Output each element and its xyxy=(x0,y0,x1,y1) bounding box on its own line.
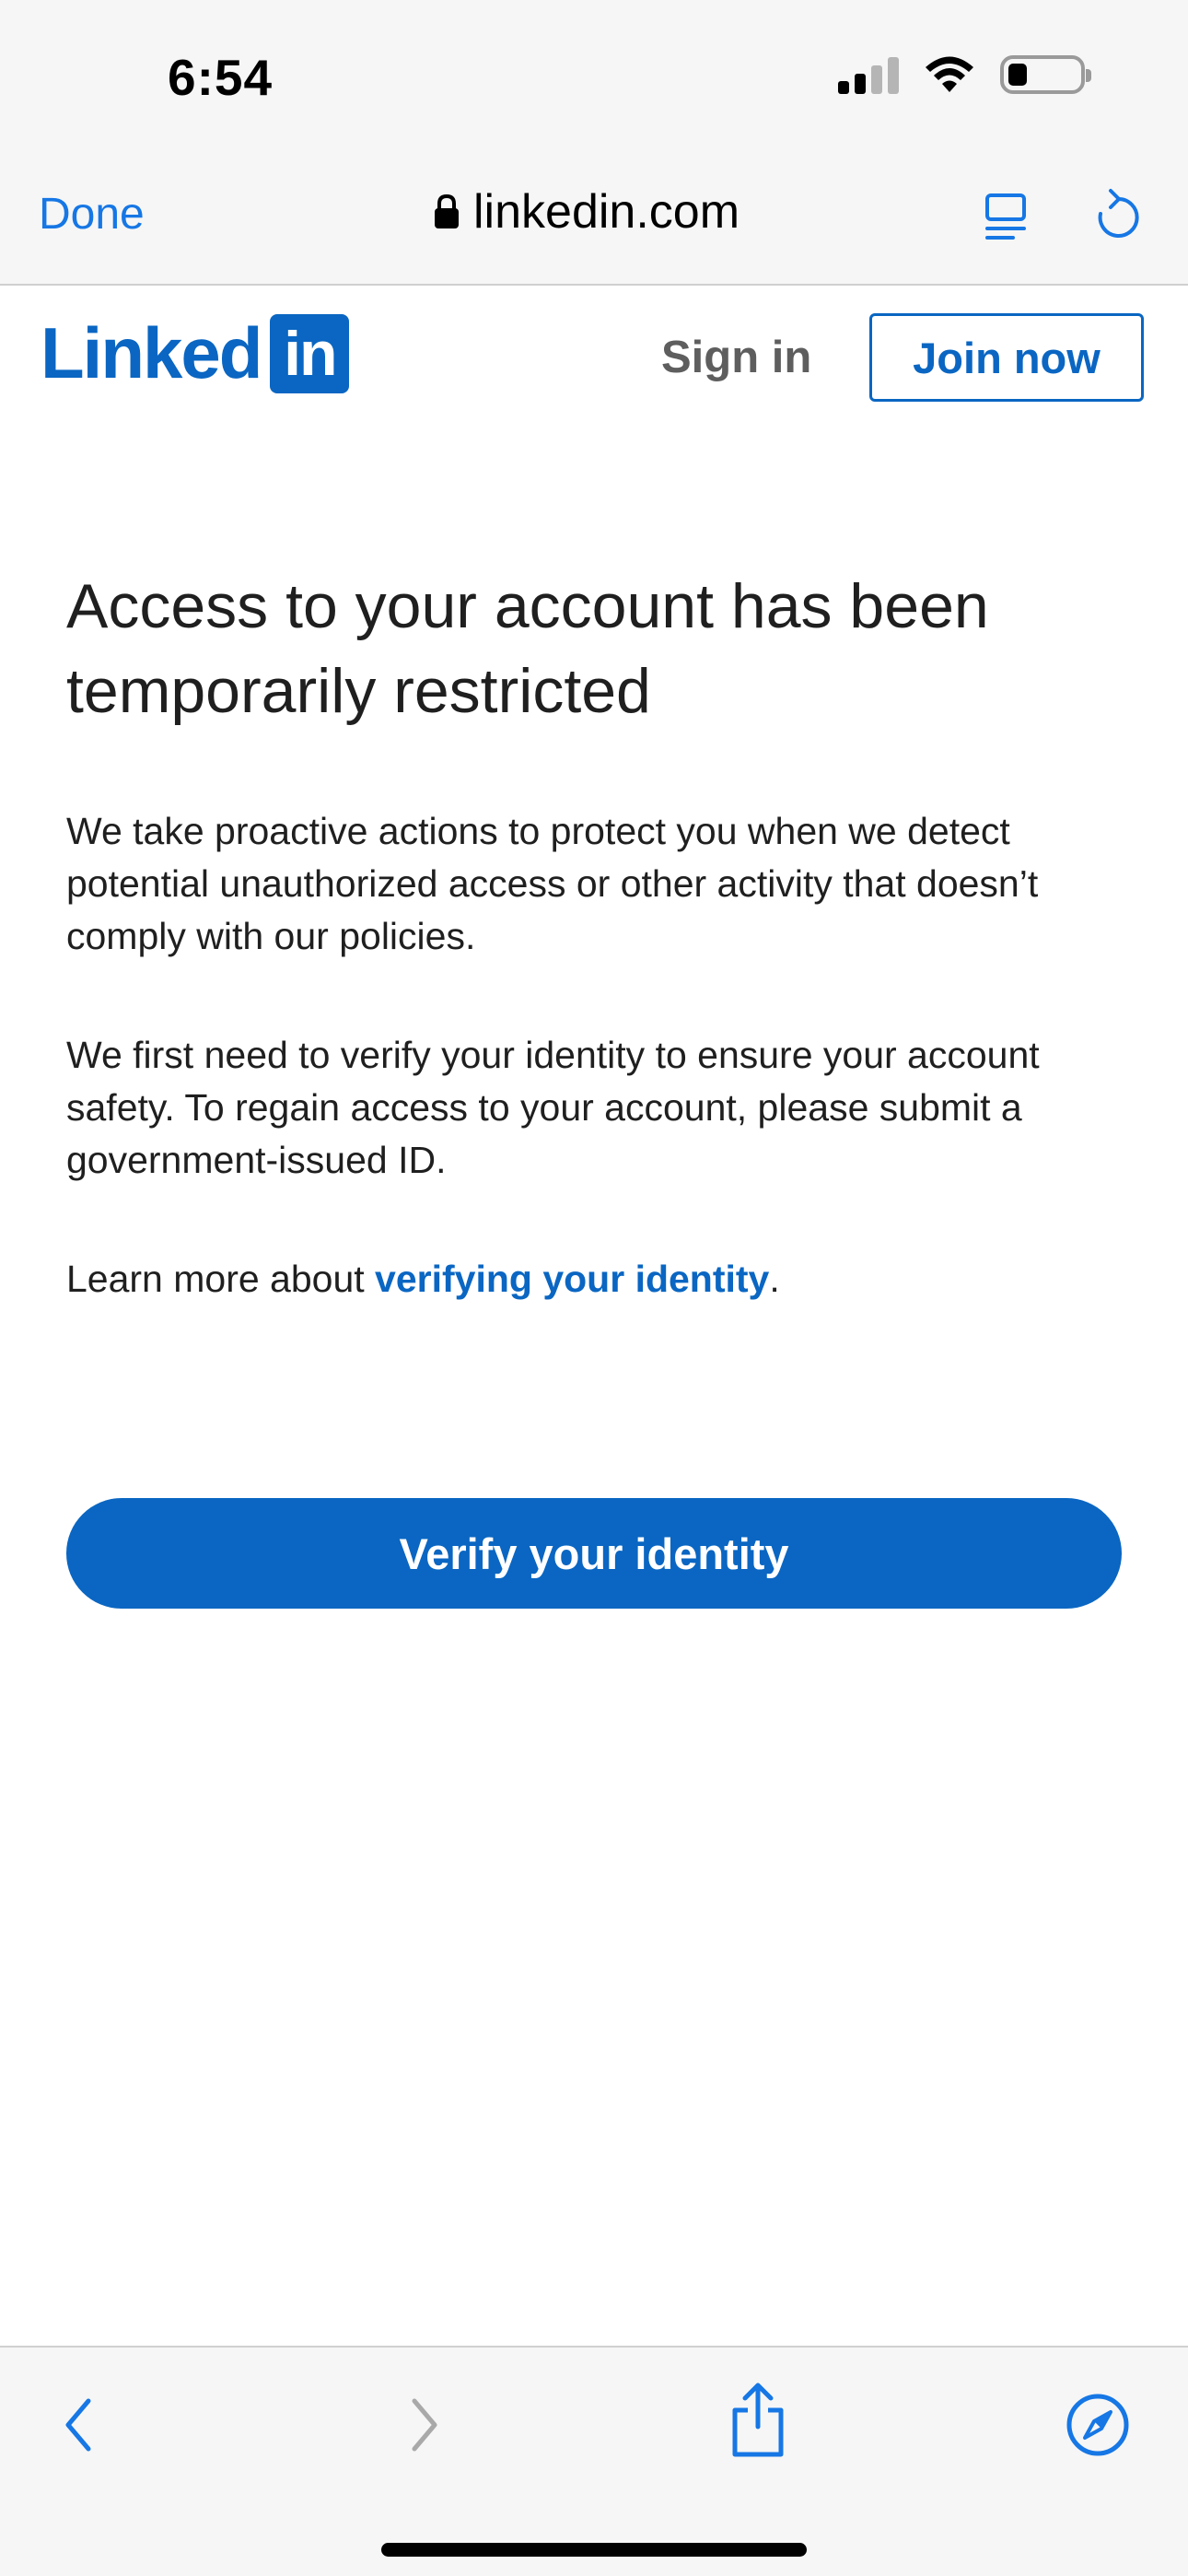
site-header: Linked in Sign in Join now xyxy=(0,286,1188,424)
verifying-identity-link[interactable]: verifying your identity xyxy=(375,1258,769,1300)
battery-icon xyxy=(1000,55,1091,94)
done-button[interactable]: Done xyxy=(39,189,145,240)
paragraph-protection: We take proactive actions to protect you… xyxy=(66,810,1039,957)
page-title: Access to your account has been temporar… xyxy=(66,571,989,726)
learn-more-text: Learn more about verifying your identity… xyxy=(66,1253,1135,1306)
linkedin-logo[interactable]: Linked in xyxy=(41,311,350,395)
forward-icon[interactable] xyxy=(405,2395,442,2454)
browser-top-bar: 6:54 Done linkedin.com xyxy=(0,0,1188,286)
cellular-signal-icon xyxy=(838,55,899,94)
learn-more-suffix: . xyxy=(769,1258,780,1300)
join-now-button[interactable]: Join now xyxy=(869,313,1144,402)
wifi-icon xyxy=(926,56,973,92)
paragraph-verify: We first need to verify your identity to… xyxy=(66,1034,1040,1181)
verify-identity-button[interactable]: Verify your identity xyxy=(66,1498,1122,1609)
reader-icon[interactable] xyxy=(982,192,1033,243)
address-bar[interactable]: linkedin.com xyxy=(433,184,740,240)
main-content: Access to your account has been temporar… xyxy=(66,564,1135,1306)
logo-text: Linked xyxy=(41,312,262,393)
share-icon[interactable] xyxy=(728,2381,788,2458)
reload-icon[interactable] xyxy=(1090,188,1142,243)
learn-more-prefix: Learn more about xyxy=(66,1258,376,1300)
browser-bottom-toolbar xyxy=(0,2346,1188,2576)
compass-icon[interactable] xyxy=(1065,2392,1131,2458)
status-time: 6:54 xyxy=(168,49,274,106)
back-icon[interactable] xyxy=(61,2395,98,2454)
logo-box: in xyxy=(270,313,350,393)
lock-icon xyxy=(435,193,459,228)
status-icons xyxy=(838,55,1091,94)
sign-in-button[interactable]: Sign in xyxy=(661,332,811,383)
home-indicator[interactable] xyxy=(381,2543,807,2557)
url-text: linkedin.com xyxy=(473,185,740,239)
